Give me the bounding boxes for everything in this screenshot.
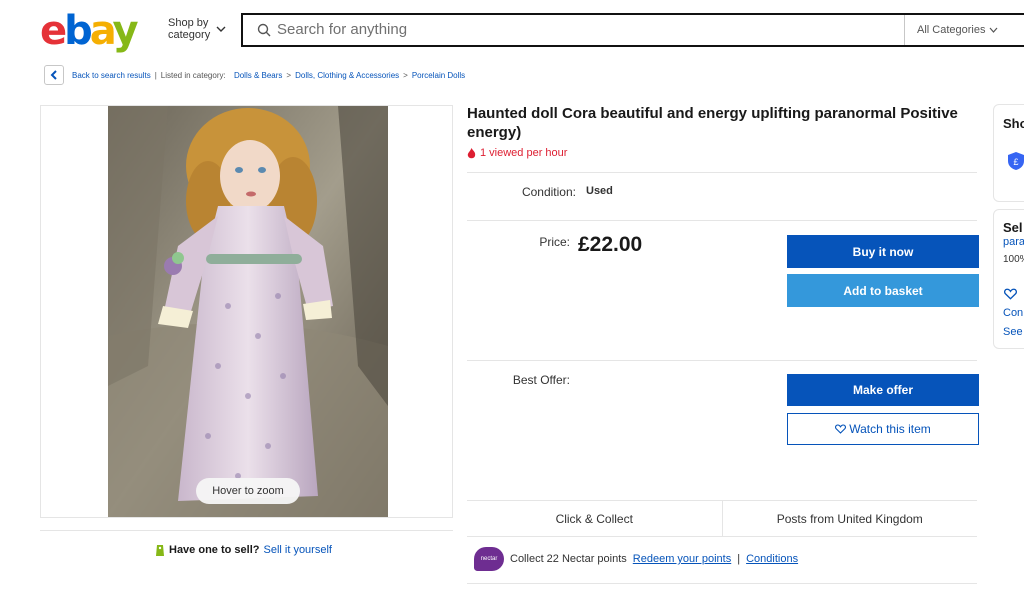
logo-b: b (64, 8, 93, 54)
breadcrumb: Back to search results | Listed in categor… (72, 71, 466, 80)
price-tag-icon (156, 545, 164, 556)
click-collect: Click & Collect (555, 511, 633, 526)
chevron-down-icon[interactable] (216, 24, 226, 34)
seller-feedback: 100% (1003, 254, 1024, 265)
card-title: Sho (1003, 116, 1024, 131)
search-input[interactable]: Search for anything (277, 21, 407, 38)
seller-name-link[interactable]: para (1003, 236, 1024, 248)
redeem-points-link[interactable]: Redeem your points (633, 553, 731, 565)
divider (467, 220, 977, 221)
conditions-link[interactable]: Conditions (746, 553, 798, 565)
breadcrumb-item[interactable]: Dolls, Clothing & Accessories (295, 71, 399, 80)
search-divider (904, 15, 905, 45)
search-bar: Search for anything All Categories (241, 13, 1024, 47)
make-offer-button[interactable]: Make offer (787, 374, 979, 406)
sell-it-yourself-link[interactable]: Sell it yourself (263, 544, 331, 556)
ebay-logo[interactable]: ebay (40, 8, 139, 54)
sell-prompt-text: Have one to sell? (169, 544, 260, 556)
condition-value: Used (586, 185, 613, 197)
shop-confidence-card: Sho £ (993, 104, 1024, 202)
price-value: £22.00 (578, 233, 643, 256)
divider (40, 530, 453, 531)
chevron-left-icon (50, 70, 57, 80)
nectar-separator: | (737, 553, 741, 565)
breadcrumb-item[interactable]: Dolls & Bears (234, 71, 282, 80)
heart-icon[interactable] (1004, 288, 1017, 300)
shield-icon: £ (1008, 152, 1024, 170)
logo-a: a (89, 8, 116, 54)
breadcrumb-item[interactable]: Porcelain Dolls (412, 71, 465, 80)
posts-from: Posts from United Kingdom (721, 501, 978, 536)
svg-text:£: £ (1013, 157, 1018, 167)
chevron-down-icon[interactable] (989, 26, 998, 34)
price-label: Price: (539, 235, 570, 249)
see-other-items-link[interactable]: See (1003, 326, 1023, 338)
add-to-basket-button[interactable]: Add to basket (787, 274, 979, 307)
logo-y: y (112, 8, 139, 54)
flame-icon (467, 147, 476, 158)
divider (467, 583, 977, 584)
nectar-row: nectar Collect 22 Nectar points Redeem y… (474, 547, 798, 571)
divider (467, 360, 977, 361)
watch-item-button[interactable]: Watch this item (787, 413, 979, 445)
sell-prompt: Have one to sell? Sell it yourself (155, 543, 332, 557)
seller-info-card: Sel para 100% Con See (993, 209, 1024, 349)
hover-to-zoom-label: Hover to zoom (196, 478, 300, 504)
contact-seller-link[interactable]: Con (1003, 307, 1023, 319)
watch-label: Watch this item (849, 422, 931, 436)
doll-photo-icon (108, 106, 388, 517)
search-icon (257, 23, 271, 37)
shop-by-category-button[interactable]: Shop by category (168, 17, 214, 41)
viewed-text: 1 viewed per hour (480, 147, 568, 159)
logo-e: e (40, 8, 67, 54)
divider (467, 172, 977, 173)
buy-it-now-button[interactable]: Buy it now (787, 235, 979, 268)
viewed-per-hour: 1 viewed per hour (467, 147, 567, 159)
delivery-options: Click & Collect Posts from United Kingdo… (467, 500, 977, 537)
category-select[interactable]: All Categories (917, 24, 985, 36)
nectar-logo-icon: nectar (474, 547, 504, 571)
condition-label: Condition: (521, 185, 576, 199)
back-button[interactable] (44, 65, 64, 85)
image-gallery[interactable]: Hover to zoom (40, 105, 453, 518)
back-to-results-link[interactable]: Back to search results (72, 71, 151, 80)
listing-title: Haunted doll Cora beautiful and energy u… (467, 105, 958, 141)
card-title: Sel (1003, 220, 1023, 235)
best-offer-label: Best Offer: (512, 373, 570, 387)
nectar-text: Collect 22 Nectar points (510, 553, 627, 565)
product-photo[interactable] (108, 106, 388, 517)
heart-icon (835, 424, 847, 434)
listed-in-label: Listed in category: (160, 71, 226, 80)
